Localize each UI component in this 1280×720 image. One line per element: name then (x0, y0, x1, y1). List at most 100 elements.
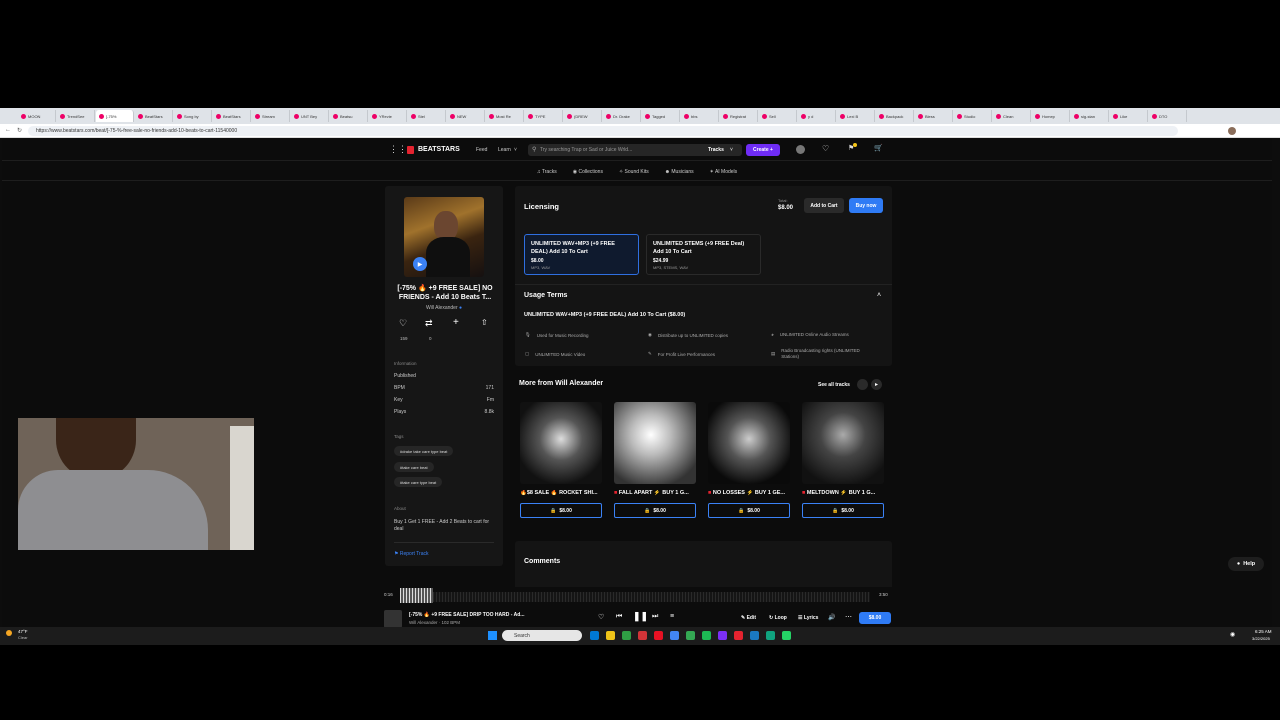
add-to-cart-button[interactable]: Add to Cart (804, 198, 844, 213)
beat-artwork[interactable]: ▶ (404, 197, 484, 277)
track-card[interactable]: 🔥$8 SALE 🔥 ROCKET SHI... 🔒 $8.00 (520, 402, 602, 518)
search-scope-select[interactable]: Tracks (708, 147, 724, 153)
browser-tab[interactable]: Backpack (876, 110, 914, 122)
taskbar-app-icon[interactable] (670, 631, 679, 640)
browser-tab[interactable]: Clean (993, 110, 1031, 122)
browser-tab[interactable]: Beatsu (330, 110, 368, 122)
browser-tab[interactable]: DTO (1149, 110, 1187, 122)
loop-button[interactable]: ↻ Loop (769, 615, 787, 621)
license-option[interactable]: UNLIMITED STEMS (+9 FREE Deal) Add 10 To… (646, 234, 761, 275)
add-to-playlist-icon[interactable]: + (453, 317, 459, 328)
report-track-link[interactable]: ⚑ Report Track (394, 551, 429, 557)
taskbar-app-icon[interactable] (734, 631, 743, 640)
previous-icon[interactable]: ⏮ (616, 613, 622, 621)
taskbar-app-icon[interactable] (750, 631, 759, 640)
taskbar-search[interactable]: Search (502, 630, 582, 641)
track-title[interactable]: ■ MELTDOWN ⚡ BUY 1 G... (802, 490, 884, 496)
browser-tab[interactable]: TYPE (525, 110, 563, 122)
chevron-up-icon[interactable]: ˄ (877, 292, 881, 299)
player-buy-button[interactable]: $8.00 (859, 612, 891, 624)
windows-start-icon[interactable] (488, 631, 497, 640)
beat-artist[interactable]: Will Alexander ● (385, 305, 503, 311)
help-button[interactable]: ● Help (1228, 557, 1264, 571)
pause-icon[interactable]: ❚❚ (633, 611, 648, 622)
next-icon[interactable]: ⏭ (652, 613, 658, 621)
browser-tab[interactable]: Stream (252, 110, 290, 122)
heart-icon[interactable]: ♡ (822, 144, 829, 153)
taskbar-app-icon[interactable] (718, 631, 727, 640)
cart-icon[interactable]: 🛒 (874, 144, 883, 152)
track-cover[interactable] (520, 402, 602, 484)
subnav-collections[interactable]: ◉ Collections (573, 169, 603, 175)
browser-tab[interactable]: [-75% (96, 110, 134, 122)
profile-avatar[interactable] (1228, 127, 1236, 135)
repost-icon[interactable]: ⇄ (425, 318, 433, 329)
track-cover[interactable] (614, 402, 696, 484)
track-card[interactable]: ■ NO LOSSES ⚡ BUY 1 GE... 🔒 $8.00 (708, 402, 790, 518)
like-icon[interactable]: ♡ (399, 318, 407, 329)
back-icon[interactable]: ← (5, 127, 11, 133)
browser-tab[interactable]: (DREW (564, 110, 602, 122)
taskbar-app-icon[interactable] (638, 631, 647, 640)
browser-tab[interactable]: Registrat (720, 110, 758, 122)
edit-button[interactable]: ✎ Edit (741, 615, 756, 621)
nav-learn[interactable]: Learn (498, 147, 511, 153)
weather-icon[interactable] (6, 630, 12, 636)
browser-tab[interactable]: UNT Bey (291, 110, 329, 122)
subnav-tracks[interactable]: ♫ Tracks (537, 169, 557, 175)
browser-tab[interactable]: Studio (954, 110, 992, 122)
tag-pill[interactable]: #take care type beat (394, 477, 443, 487)
carousel-next-button[interactable]: ▸ (871, 379, 882, 390)
browser-tab[interactable]: Most Re (486, 110, 524, 122)
heart-icon[interactable]: ♡ (598, 613, 604, 621)
reload-icon[interactable]: ↻ (17, 127, 22, 134)
account-avatar-icon[interactable] (796, 145, 805, 154)
browser-tab[interactable]: BeatStars (213, 110, 251, 122)
url-field[interactable]: https://www.beatstars.com/beat/[-75-%-fr… (28, 125, 1178, 136)
browser-tab[interactable]: Homep (1032, 110, 1070, 122)
track-card[interactable]: ■ FALL APART ⚡ BUY 1 G... 🔒 $8.00 (614, 402, 696, 518)
carousel-prev-button[interactable] (857, 379, 868, 390)
search-input[interactable]: Try searching Trap or Sad or Juice Wrld.… (540, 147, 632, 153)
browser-tab[interactable]: bbs (681, 110, 719, 122)
taskbar-app-icon[interactable] (702, 631, 711, 640)
track-price-button[interactable]: 🔒 $8.00 (520, 503, 602, 518)
track-cover[interactable] (708, 402, 790, 484)
lyrics-button[interactable]: ☰ Lyrics (798, 615, 818, 621)
taskbar-app-icon[interactable] (590, 631, 599, 640)
search-bar[interactable]: ⚲ Try searching Trap or Sad or Juice Wrl… (528, 144, 742, 156)
browser-tab[interactable]: Like (1110, 110, 1148, 122)
track-cover[interactable] (802, 402, 884, 484)
browser-tab[interactable]: Bless (915, 110, 953, 122)
player-artwork[interactable] (384, 610, 402, 628)
track-title[interactable]: ■ NO LOSSES ⚡ BUY 1 GE... (708, 490, 790, 496)
subnav-ai-models[interactable]: ✶ AI Models (710, 169, 738, 175)
browser-tab[interactable]: BeatStars (135, 110, 173, 122)
browser-tab[interactable]: y d (798, 110, 836, 122)
track-title[interactable]: ■ FALL APART ⚡ BUY 1 G... (614, 490, 696, 496)
taskbar-app-icon[interactable] (782, 631, 791, 640)
browser-tab[interactable]: YRevie (369, 110, 407, 122)
tag-pill[interactable]: #drake take care type beat (394, 446, 454, 456)
license-option-selected[interactable]: UNLIMITED WAV+MP3 (+9 FREE DEAL) Add 10 … (524, 234, 639, 275)
taskbar-app-icon[interactable] (622, 631, 631, 640)
more-options-icon[interactable]: ⋯ (845, 613, 852, 621)
taskbar-app-icon[interactable] (686, 631, 695, 640)
waveform-track[interactable] (400, 592, 870, 602)
browser-tab[interactable]: Sell (759, 110, 797, 122)
track-title[interactable]: 🔥$8 SALE 🔥 ROCKET SHI... (520, 490, 602, 496)
browser-tab[interactable]: Dr. Drake (603, 110, 641, 122)
taskbar-app-icon[interactable] (654, 631, 663, 640)
nav-feed[interactable]: Feed (476, 147, 487, 153)
track-price-button[interactable]: 🔒 $8.00 (614, 503, 696, 518)
tag-pill[interactable]: #take care beat (394, 462, 434, 472)
track-price-button[interactable]: 🔒 $8.00 (802, 503, 884, 518)
subnav-musicians[interactable]: ☻ Musicians (665, 169, 694, 175)
browser-tab[interactable]: sig-stan (1071, 110, 1109, 122)
browser-tab[interactable]: Song by (174, 110, 212, 122)
player-track-title[interactable]: [-75% 🔥 +9 FREE SALE] DRIP TOO HARD - Ad… (409, 612, 524, 618)
apps-grid-icon[interactable]: ⋮⋮ (389, 145, 407, 154)
browser-tab[interactable]: MOON (18, 110, 56, 122)
beatstars-logo-icon[interactable] (407, 146, 414, 154)
taskbar-app-icon[interactable] (766, 631, 775, 640)
